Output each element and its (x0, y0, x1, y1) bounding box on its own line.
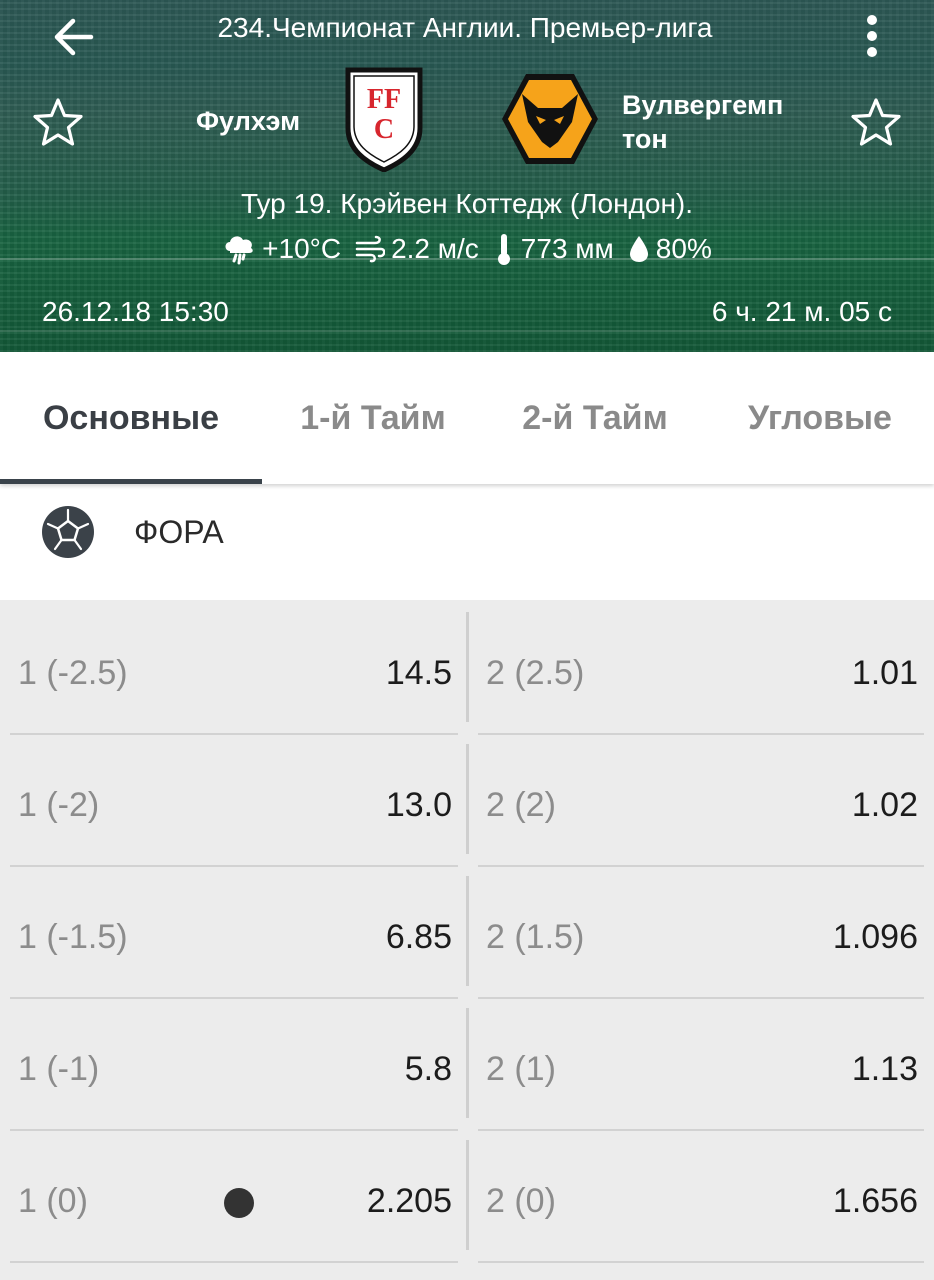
handicap-label: 1 (-1) (18, 1049, 100, 1088)
handicap-label: 2 (1) (486, 1049, 556, 1088)
arrow-back-icon (54, 18, 94, 56)
match-header: 234.Чемпионат Англии. Премьер-лига Фулхэ… (0, 0, 934, 352)
column-divider (466, 612, 469, 722)
temperature-item: +10°C (222, 233, 341, 265)
handicap-label: 2 (1.5) (486, 917, 585, 956)
column-divider (466, 744, 469, 854)
away-team-logo (500, 72, 600, 166)
selected-dot-icon (224, 1188, 254, 1218)
odds-row: 1 (-2) 13.0 2 (2) 1.02 (0, 744, 934, 876)
odds-cell-away[interactable]: 2 (1) 1.13 (478, 1008, 924, 1130)
odds-value: 1.656 (832, 1181, 918, 1220)
row-divider (478, 1261, 924, 1263)
wind-value: 2.2 м/с (391, 233, 479, 264)
away-team-name-line2: тон (622, 124, 668, 154)
tab-second-half[interactable]: 2-й Тайм (484, 352, 706, 484)
pressure-item: 773 мм (493, 232, 614, 266)
handicap-label: 2 (2) (486, 785, 556, 824)
handicap-label: 1 (-2) (18, 785, 100, 824)
match-countdown: 6 ч. 21 м. 05 с (711, 296, 892, 327)
star-outline-icon (851, 98, 901, 146)
row-divider (10, 1261, 458, 1263)
svg-text:C: C (374, 114, 394, 145)
odds-row: 1 (-1) 5.8 2 (1) 1.13 (0, 1008, 934, 1140)
weather-info: +10°C 2.2 м/с 773 мм 80% (0, 232, 934, 266)
pitch-line (0, 330, 934, 332)
odds-cell-home[interactable]: 1 (-1.5) 6.85 (10, 876, 458, 998)
handicap-label: 2 (0) (486, 1181, 556, 1220)
row-divider (478, 865, 924, 867)
odds-value: 5.8 (404, 1049, 452, 1088)
cloud-rain-icon (225, 236, 253, 265)
odds-cell-away[interactable]: 2 (0) 1.656 (478, 1140, 924, 1262)
league-title: 234.Чемпионат Англии. Премьер-лига (217, 12, 713, 43)
odds-value: 6.85 (385, 917, 452, 956)
soccer-ball-icon (42, 506, 94, 558)
tab-main[interactable]: Основные (0, 352, 262, 484)
handicap-label: 2 (2.5) (486, 653, 585, 692)
odds-row: 1 (0) 2.205 2 (0) 1.656 (0, 1140, 934, 1272)
row-divider (10, 733, 458, 735)
odds-value: 1.01 (851, 653, 918, 692)
row-divider (478, 997, 924, 999)
odds-value: 13.0 (385, 785, 452, 824)
odds-cell-home[interactable]: 1 (0) 2.205 (10, 1140, 458, 1262)
wind-item: 2.2 м/с (355, 233, 479, 265)
odds-cell-away[interactable]: 2 (2.5) 1.01 (478, 612, 924, 734)
market-tabs: Основные 1-й Тайм 2-й Тайм Угловые (0, 352, 934, 484)
odds-cell-away[interactable]: 2 (2) 1.02 (478, 744, 924, 866)
thermometer-icon (497, 234, 510, 265)
odds-row: 1 (-2.5) 14.5 2 (2.5) 1.01 (0, 612, 934, 744)
row-divider (10, 997, 458, 999)
tab-corners[interactable]: Угловые (706, 352, 934, 484)
away-team-name[interactable]: Вулвергемп тон (622, 88, 822, 156)
tab-first-half[interactable]: 1-й Тайм (262, 352, 484, 484)
market-section-header[interactable]: ФОРА (0, 484, 934, 600)
odds-value: 1.13 (851, 1049, 918, 1088)
match-start-datetime: 26.12.18 15:30 (42, 296, 229, 327)
home-team-name[interactable]: Фулхэм (196, 104, 300, 138)
more-vert-icon (867, 15, 877, 57)
humidity-value: 80% (655, 233, 712, 264)
tour-venue-text: Тур 19. Крэйвен Коттедж (Лондон). (240, 188, 694, 219)
odds-cell-home[interactable]: 1 (-2) 13.0 (10, 744, 458, 866)
market-section-title: ФОРА (134, 514, 224, 550)
humidity-item: 80% (628, 233, 712, 265)
row-divider (478, 1129, 924, 1131)
odds-cell-away[interactable]: 2 (1.5) 1.096 (478, 876, 924, 998)
column-divider (466, 876, 469, 986)
handicap-label: 1 (0) (18, 1181, 88, 1220)
away-team-name-line1: Вулвергемп (622, 90, 784, 120)
handicap-label: 1 (-1.5) (18, 917, 128, 956)
favorite-away-button[interactable] (848, 94, 904, 150)
odds-value: 2.205 (366, 1181, 452, 1220)
row-divider (10, 865, 458, 867)
temperature-value: +10°C (262, 233, 342, 264)
handicap-label: 1 (-2.5) (18, 653, 128, 692)
star-outline-icon (33, 98, 83, 146)
odds-cell-home[interactable]: 1 (-1) 5.8 (10, 1008, 458, 1130)
pressure-value: 773 мм (520, 233, 614, 264)
column-divider (466, 1140, 469, 1250)
back-button[interactable] (46, 12, 100, 62)
row-divider (478, 733, 924, 735)
home-team-logo: FF C (344, 66, 424, 173)
svg-text:FF: FF (367, 84, 401, 115)
odds-value: 1.02 (851, 785, 918, 824)
odds-cell-home[interactable]: 1 (-2.5) 14.5 (10, 612, 458, 734)
odds-value: 14.5 (385, 653, 452, 692)
water-drop-icon (629, 236, 648, 262)
odds-row: 1 (-1.5) 6.85 2 (1.5) 1.096 (0, 876, 934, 1008)
column-divider (466, 1008, 469, 1118)
favorite-home-button[interactable] (30, 94, 86, 150)
wind-icon (355, 235, 386, 263)
odds-value: 1.096 (832, 917, 918, 956)
odds-grid: 1 (-2.5) 14.5 2 (2.5) 1.01 1 (-2) 13.0 2… (0, 600, 934, 1280)
more-options-button[interactable] (852, 10, 892, 62)
row-divider (10, 1129, 458, 1131)
